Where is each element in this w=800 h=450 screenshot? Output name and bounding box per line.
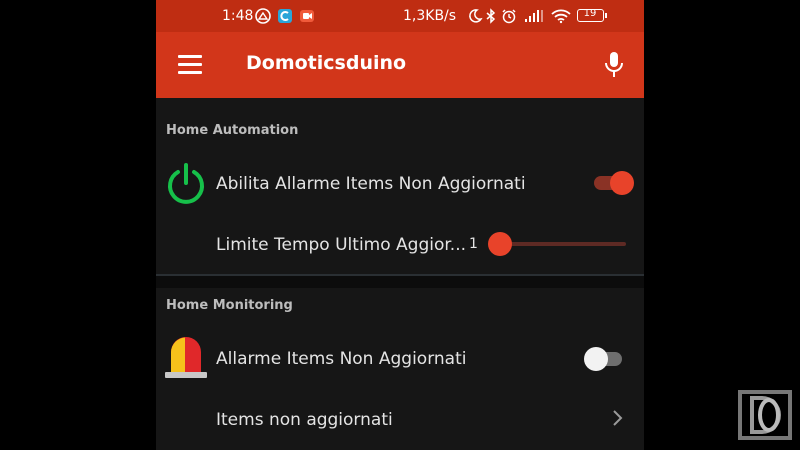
power-icon (168, 163, 204, 204)
chevron-right-icon[interactable] (612, 408, 624, 428)
allarme-items-label: Allarme Items Non Aggiornati (216, 349, 467, 369)
section-title-home-automation: Home Automation (166, 123, 299, 138)
slider-track (500, 242, 626, 246)
menu-icon[interactable] (178, 54, 204, 76)
notification-c-icon (278, 9, 292, 23)
notification-app-icon (255, 8, 271, 24)
section-divider (156, 274, 644, 288)
siren-icon (165, 337, 207, 378)
phone-screen: 1:48 1,3KB/s 19 Domoticsduino Home Autom… (156, 0, 644, 450)
bluetooth-icon (486, 8, 496, 24)
status-time: 1:48 (222, 8, 254, 24)
microphone-icon[interactable] (602, 50, 626, 80)
notification-recorder-icon (300, 10, 314, 22)
app-title: Domoticsduino (246, 52, 407, 74)
watermark-logo (738, 390, 792, 440)
app-bar: Domoticsduino (156, 32, 644, 98)
abilita-allarme-toggle[interactable] (594, 170, 636, 196)
items-non-aggiornati-label: Items non aggiornati (216, 410, 393, 430)
slider-thumb[interactable] (488, 232, 512, 256)
slider-value: 1 (469, 236, 478, 252)
battery-level: 19 (583, 8, 597, 19)
wifi-icon (551, 9, 571, 24)
signal-icon (525, 10, 543, 22)
limite-tempo-slider[interactable] (488, 230, 628, 258)
status-bar: 1:48 1,3KB/s 19 (156, 0, 644, 32)
limite-tempo-label: Limite Tempo Ultimo Aggior... (216, 235, 467, 255)
network-speed: 1,3KB/s (403, 8, 457, 24)
moon-icon (469, 9, 483, 23)
allarme-items-toggle[interactable] (584, 346, 626, 372)
alarm-icon (502, 9, 516, 24)
abilita-allarme-label: Abilita Allarme Items Non Aggiornati (216, 174, 526, 194)
section-title-home-monitoring: Home Monitoring (166, 298, 293, 313)
battery-icon: 19 (577, 8, 607, 22)
